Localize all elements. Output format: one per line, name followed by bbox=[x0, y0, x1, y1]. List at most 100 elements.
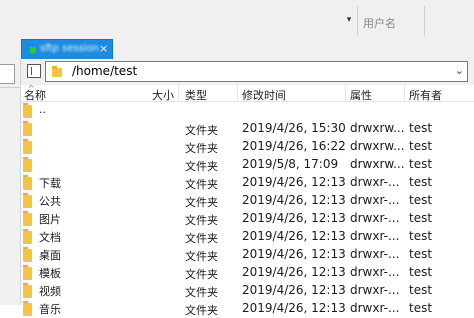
connection-toolbar: ▾ 用户名 bbox=[0, 0, 474, 38]
list-item[interactable]: 文件夹 2019/4/26, 15:30 drwxrw... test bbox=[21, 120, 474, 138]
file-perm: drwxrw... bbox=[350, 121, 405, 135]
file-name: 文档 bbox=[39, 231, 61, 244]
tab-bar: sftp session × bbox=[0, 37, 474, 60]
file-type: 文件夹 bbox=[185, 232, 218, 245]
file-name: 视频 bbox=[39, 285, 61, 298]
file-name: 音乐 bbox=[39, 303, 61, 316]
column-name[interactable]: 名称 bbox=[24, 87, 46, 103]
file-owner: test bbox=[409, 157, 433, 171]
file-perm: drwxr-... bbox=[350, 193, 400, 207]
file-type: 文件夹 bbox=[185, 178, 218, 191]
file-owner: test bbox=[409, 265, 433, 279]
list-item[interactable]: 文件夹 2019/5/8, 17:09 drwxrw... test bbox=[21, 156, 474, 174]
list-item[interactable]: 文档 文件夹 2019/4/26, 12:13 drwxr-... test bbox=[21, 228, 474, 246]
file-owner: test bbox=[409, 193, 433, 207]
column-type[interactable]: 类型 bbox=[185, 87, 207, 103]
file-mtime: 2019/4/26, 12:13 bbox=[242, 229, 346, 243]
file-owner: test bbox=[409, 229, 433, 243]
sidebar-toggle-icon[interactable] bbox=[27, 64, 41, 78]
folder-icon bbox=[52, 66, 62, 77]
local-pane-edge bbox=[0, 59, 21, 305]
list-item[interactable]: .. bbox=[21, 102, 474, 120]
file-perm: drwxr-... bbox=[350, 211, 400, 225]
file-owner: test bbox=[409, 175, 433, 189]
file-perm: drwxrw... bbox=[350, 139, 405, 153]
column-mtime[interactable]: 修改时间 bbox=[242, 87, 286, 103]
file-name: 模板 bbox=[39, 267, 61, 280]
list-item[interactable]: 音乐 文件夹 2019/4/26, 12:13 drwxr-... test bbox=[21, 300, 474, 318]
column-size[interactable]: 大小 bbox=[152, 87, 174, 103]
file-owner: test bbox=[409, 247, 433, 261]
status-indicator-icon bbox=[30, 47, 36, 53]
remote-path-bar: /home/test ⌄ bbox=[21, 59, 474, 85]
folder-icon bbox=[23, 103, 32, 118]
file-owner: test bbox=[409, 301, 433, 315]
column-divider[interactable] bbox=[345, 85, 346, 101]
file-type: 文件夹 bbox=[185, 196, 218, 209]
file-owner: test bbox=[409, 211, 433, 225]
file-perm: drwxr-... bbox=[350, 283, 400, 297]
folder-icon bbox=[23, 193, 32, 208]
file-type: 文件夹 bbox=[185, 142, 218, 155]
file-mtime: 2019/4/26, 12:13 bbox=[242, 193, 346, 207]
close-icon[interactable]: × bbox=[99, 42, 108, 55]
list-item[interactable]: 下载 文件夹 2019/4/26, 12:13 drwxr-... test bbox=[21, 174, 474, 192]
file-name: .. bbox=[39, 103, 46, 116]
local-path-input[interactable] bbox=[0, 64, 15, 84]
file-type: 文件夹 bbox=[185, 250, 218, 263]
file-mtime: 2019/4/26, 12:13 bbox=[242, 265, 346, 279]
file-name: 公共 bbox=[39, 195, 61, 208]
file-type: 文件夹 bbox=[185, 268, 218, 281]
file-type: 文件夹 bbox=[185, 160, 218, 173]
file-mtime: 2019/4/26, 16:22 bbox=[242, 139, 346, 153]
file-perm: drwxr-... bbox=[350, 301, 400, 315]
file-perm: drwxr-... bbox=[350, 175, 400, 189]
folder-icon bbox=[23, 247, 32, 262]
tab-session[interactable]: sftp session × bbox=[21, 39, 113, 60]
file-name: 图片 bbox=[39, 213, 61, 226]
file-mtime: 2019/4/26, 12:13 bbox=[242, 211, 346, 225]
file-mtime: 2019/4/26, 15:30 bbox=[242, 121, 346, 135]
file-perm: drwxrw... bbox=[350, 157, 405, 171]
list-header: ^ 名称 大小 类型 修改时间 属性 所有者 bbox=[21, 84, 474, 103]
folder-icon bbox=[23, 139, 32, 154]
folder-icon bbox=[23, 265, 32, 280]
list-item[interactable]: 模板 文件夹 2019/4/26, 12:13 drwxr-... test bbox=[21, 264, 474, 282]
folder-icon bbox=[23, 229, 32, 244]
remote-file-list: ^ 名称 大小 类型 修改时间 属性 所有者 .. 文件夹 2019/4/26,… bbox=[21, 84, 474, 317]
folder-icon bbox=[23, 121, 32, 136]
chevron-down-icon[interactable]: ⌄ bbox=[455, 64, 464, 77]
folder-icon bbox=[23, 157, 32, 172]
file-mtime: 2019/5/8, 17:09 bbox=[242, 157, 339, 171]
chevron-down-icon[interactable]: ▾ bbox=[344, 13, 354, 27]
file-mtime: 2019/4/26, 12:13 bbox=[242, 301, 346, 315]
file-perm: drwxr-... bbox=[350, 247, 400, 261]
column-divider[interactable] bbox=[178, 85, 179, 101]
divider bbox=[424, 6, 425, 36]
remote-path-input[interactable]: /home/test ⌄ bbox=[45, 61, 468, 82]
folder-icon bbox=[23, 175, 32, 190]
file-owner: test bbox=[409, 283, 433, 297]
list-item[interactable]: 文件夹 2019/4/26, 16:22 drwxrw... test bbox=[21, 138, 474, 156]
column-perm[interactable]: 属性 bbox=[350, 87, 372, 103]
folder-icon bbox=[23, 283, 32, 298]
list-item[interactable]: 视频 文件夹 2019/4/26, 12:13 drwxr-... test bbox=[21, 282, 474, 300]
file-type: 文件夹 bbox=[185, 304, 218, 317]
file-mtime: 2019/4/26, 12:13 bbox=[242, 283, 346, 297]
file-mtime: 2019/4/26, 12:13 bbox=[242, 247, 346, 261]
folder-icon bbox=[23, 211, 32, 226]
file-owner: test bbox=[409, 139, 433, 153]
file-name: 下载 bbox=[39, 177, 61, 190]
column-divider[interactable] bbox=[404, 85, 405, 101]
column-divider[interactable] bbox=[237, 85, 238, 101]
list-item[interactable]: 桌面 文件夹 2019/4/26, 12:13 drwxr-... test bbox=[21, 246, 474, 264]
list-item[interactable]: 公共 文件夹 2019/4/26, 12:13 drwxr-... test bbox=[21, 192, 474, 210]
file-type: 文件夹 bbox=[185, 286, 218, 299]
username-label: 用户名 bbox=[363, 17, 396, 30]
file-mtime: 2019/4/26, 12:13 bbox=[242, 175, 346, 189]
path-text: /home/test bbox=[72, 64, 138, 78]
divider bbox=[0, 87, 20, 88]
column-owner[interactable]: 所有者 bbox=[409, 87, 442, 103]
file-perm: drwxr-... bbox=[350, 265, 400, 279]
list-item[interactable]: 图片 文件夹 2019/4/26, 12:13 drwxr-... test bbox=[21, 210, 474, 228]
